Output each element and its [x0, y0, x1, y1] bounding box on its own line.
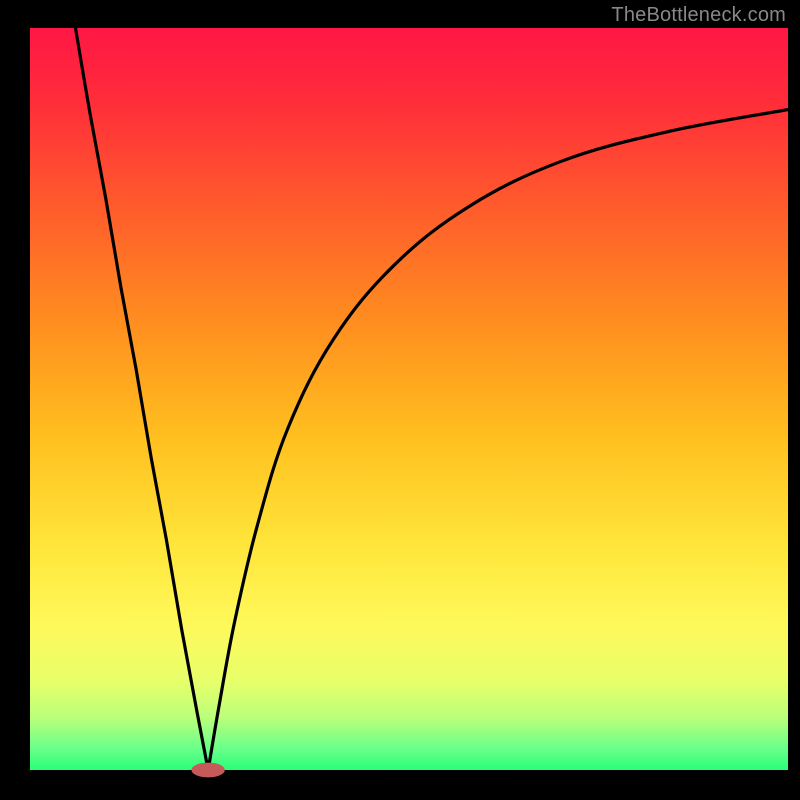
minimum-marker [191, 763, 224, 778]
plot-background [30, 28, 788, 770]
bottleneck-chart [0, 0, 800, 800]
watermark-text: TheBottleneck.com [611, 4, 786, 27]
chart-frame: TheBottleneck.com [0, 0, 800, 800]
